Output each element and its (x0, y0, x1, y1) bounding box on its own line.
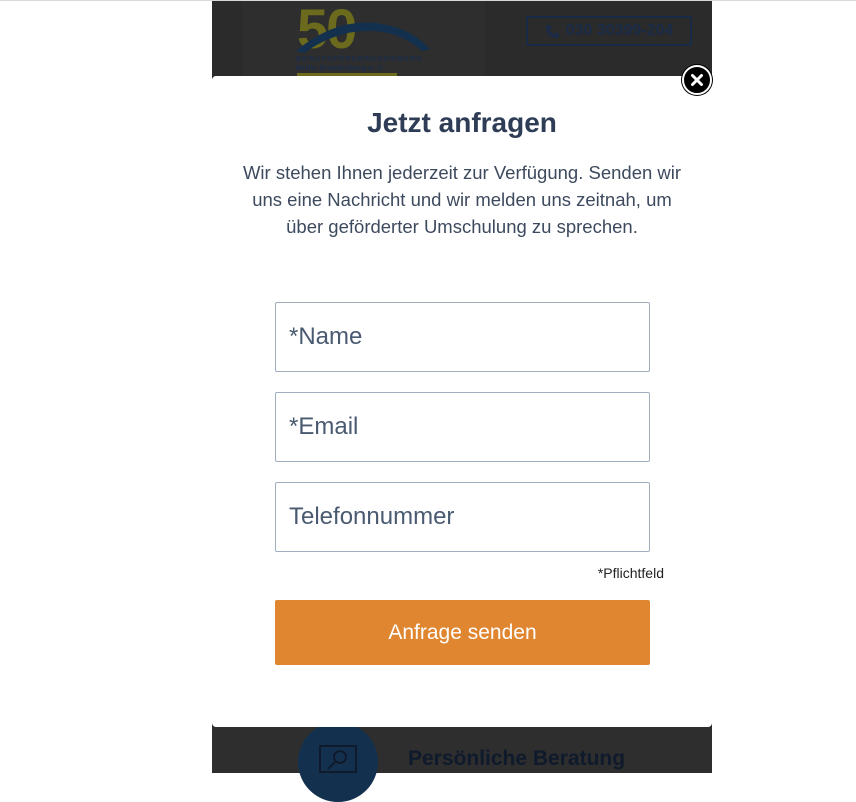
phone-field[interactable] (275, 482, 650, 552)
name-field[interactable] (275, 302, 650, 372)
modal-title: Jetzt anfragen (367, 107, 557, 138)
submit-inquiry-button[interactable]: Anfrage senden (275, 600, 650, 665)
phone-number: 030 30399-204 (565, 22, 674, 39)
close-icon (691, 74, 703, 86)
site-header: 50 BERUFSFÖRDERUNGSWERK Berlin Brandenbu… (212, 1, 712, 77)
site-logo[interactable]: 50 BERUFSFÖRDERUNGSWERK Berlin Brandenbu… (242, 1, 485, 77)
close-modal-button[interactable] (682, 65, 712, 95)
service-title: Persönliche Beratung (408, 747, 626, 770)
logo-text-line2: Berlin Brandenburg e. V. (296, 63, 384, 72)
modal-intro-text: Wir stehen Ihnen jederzeit zur Verfügung… (242, 162, 682, 237)
phone-icon (545, 24, 559, 38)
email-field[interactable] (275, 392, 650, 462)
inquiry-modal: Jetzt anfragen Wir stehen Ihnen jederzei… (212, 76, 712, 727)
logo-text-line1: BERUFSFÖRDERUNGSWERK (296, 54, 424, 63)
consulting-icon (319, 745, 357, 773)
required-field-note: *Pflichtfeld (597, 565, 664, 581)
phone-button[interactable]: 030 30399-204 (526, 16, 692, 46)
logo-swoosh-icon (296, 22, 430, 53)
